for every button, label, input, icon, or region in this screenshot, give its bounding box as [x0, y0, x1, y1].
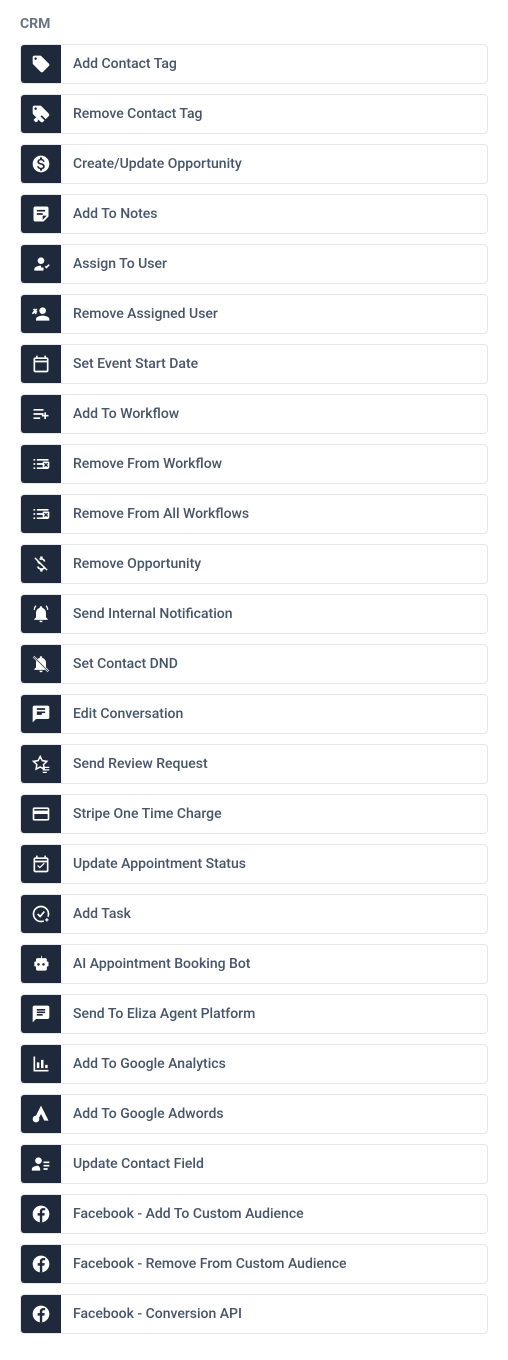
task-add-icon [21, 895, 61, 933]
action-update-appointment-status[interactable]: Update Appointment Status [20, 844, 488, 884]
action-set-contact-dnd[interactable]: Set Contact DND [20, 644, 488, 684]
action-facebook-remove-from-custom-audience[interactable]: Facebook - Remove From Custom Audience [20, 1244, 488, 1284]
user-remove-icon [21, 295, 61, 333]
action-send-internal-notification[interactable]: Send Internal Notification [20, 594, 488, 634]
action-label: Add To Google Analytics [61, 1045, 226, 1083]
action-add-task[interactable]: Add Task [20, 894, 488, 934]
action-label: Add Contact Tag [61, 45, 177, 83]
conversation-icon [21, 695, 61, 733]
chat-icon [21, 995, 61, 1033]
user-check-icon [21, 245, 61, 283]
bell-slash-icon [21, 645, 61, 683]
section-title: CRM [20, 16, 488, 32]
robot-icon [21, 945, 61, 983]
action-facebook-add-to-custom-audience[interactable]: Facebook - Add To Custom Audience [20, 1194, 488, 1234]
action-label: Remove Opportunity [61, 545, 201, 583]
list-remove-icon [21, 495, 61, 533]
note-icon [21, 195, 61, 233]
action-add-contact-tag[interactable]: Add Contact Tag [20, 44, 488, 84]
action-set-event-start-date[interactable]: Set Event Start Date [20, 344, 488, 384]
facebook-icon [21, 1245, 61, 1283]
action-label: Update Appointment Status [61, 845, 246, 883]
action-remove-from-all-workflows[interactable]: Remove From All Workflows [20, 494, 488, 534]
action-label: Remove Contact Tag [61, 95, 203, 133]
action-add-to-notes[interactable]: Add To Notes [20, 194, 488, 234]
action-label: Remove From Workflow [61, 445, 222, 483]
action-label: Send Review Request [61, 745, 208, 783]
action-label: Add To Workflow [61, 395, 179, 433]
action-label: Add Task [61, 895, 131, 933]
action-label: Update Contact Field [61, 1145, 204, 1183]
action-label: Facebook - Conversion API [61, 1295, 242, 1333]
action-stripe-one-time-charge[interactable]: Stripe One Time Charge [20, 794, 488, 834]
list-remove-icon [21, 445, 61, 483]
action-add-to-google-analytics[interactable]: Add To Google Analytics [20, 1044, 488, 1084]
action-label: Remove From All Workflows [61, 495, 249, 533]
action-label: Facebook - Remove From Custom Audience [61, 1245, 347, 1283]
action-label: Facebook - Add To Custom Audience [61, 1195, 304, 1233]
action-add-to-google-adwords[interactable]: Add To Google Adwords [20, 1094, 488, 1134]
action-facebook-conversion-api[interactable]: Facebook - Conversion API [20, 1294, 488, 1334]
action-label: Add To Google Adwords [61, 1095, 224, 1133]
action-label: Edit Conversation [61, 695, 183, 733]
tag-icon [21, 45, 61, 83]
action-assign-to-user[interactable]: Assign To User [20, 244, 488, 284]
tag-remove-icon [21, 95, 61, 133]
action-label: Remove Assigned User [61, 295, 218, 333]
facebook-icon [21, 1195, 61, 1233]
calendar-icon [21, 345, 61, 383]
action-edit-conversation[interactable]: Edit Conversation [20, 694, 488, 734]
facebook-icon [21, 1295, 61, 1333]
dollar-remove-icon [21, 545, 61, 583]
action-remove-contact-tag[interactable]: Remove Contact Tag [20, 94, 488, 134]
action-send-review-request[interactable]: Send Review Request [20, 744, 488, 784]
star-list-icon [21, 745, 61, 783]
action-label: Create/Update Opportunity [61, 145, 242, 183]
action-remove-opportunity[interactable]: Remove Opportunity [20, 544, 488, 584]
user-list-icon [21, 1145, 61, 1183]
action-remove-assigned-user[interactable]: Remove Assigned User [20, 294, 488, 334]
action-label: Set Event Start Date [61, 345, 198, 383]
dollar-circle-icon [21, 145, 61, 183]
action-label: Add To Notes [61, 195, 157, 233]
calendar-check-icon [21, 845, 61, 883]
action-label: Send To Eliza Agent Platform [61, 995, 255, 1033]
action-label: Send Internal Notification [61, 595, 233, 633]
action-label: AI Appointment Booking Bot [61, 945, 250, 983]
action-send-to-eliza-agent-platform[interactable]: Send To Eliza Agent Platform [20, 994, 488, 1034]
action-label: Assign To User [61, 245, 167, 283]
action-create-update-opportunity[interactable]: Create/Update Opportunity [20, 144, 488, 184]
crm-action-list: Add Contact Tag Remove Contact Tag Create/… [20, 44, 488, 1334]
action-remove-from-workflow[interactable]: Remove From Workflow [20, 444, 488, 484]
adwords-icon [21, 1095, 61, 1133]
analytics-icon [21, 1045, 61, 1083]
action-add-to-workflow[interactable]: Add To Workflow [20, 394, 488, 434]
action-label: Set Contact DND [61, 645, 178, 683]
credit-card-icon [21, 795, 61, 833]
list-add-icon [21, 395, 61, 433]
action-update-contact-field[interactable]: Update Contact Field [20, 1144, 488, 1184]
action-ai-appointment-booking-bot[interactable]: AI Appointment Booking Bot [20, 944, 488, 984]
action-label: Stripe One Time Charge [61, 795, 222, 833]
bell-icon [21, 595, 61, 633]
